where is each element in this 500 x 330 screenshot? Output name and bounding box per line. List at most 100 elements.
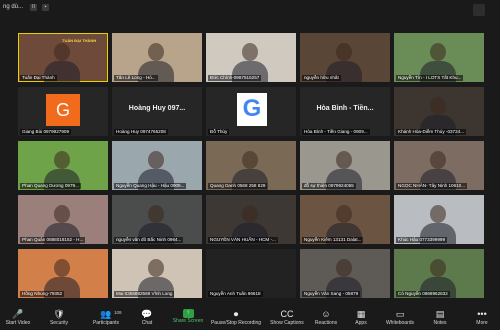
apps-icon: ▦ [356,309,366,319]
participant-name-label: Nguyễn Kiếm 13131 Dalat... [302,237,364,243]
view-toggle-icon[interactable] [473,4,485,16]
participant-video [54,259,70,277]
participant-name-label: Nguyễn Tín - I LOTS Tất Khu... [396,75,464,81]
tile-banner-text: TUẤN ĐẠI THÀNH [62,38,97,43]
participant-tile[interactable]: Hồng Nhung-79352 [18,249,108,298]
participant-tile[interactable]: Khúc Hậu 0773399999 [394,195,484,244]
participant-tile[interactable]: nguyễn hữu nhất [300,33,390,82]
participant-name-label: Nguyễn Quang Hậu - Hậu 0909... [114,183,187,189]
pause-control[interactable]: II [30,4,37,11]
participant-count-badge: 109 [114,310,122,315]
participant-name-label: Mai 0355882569 Vĩnh Long [114,291,175,297]
participant-name-label: Tuấn Đại Thành [20,75,57,81]
avatar: G [46,94,80,126]
participant-name-label: NGUYỄN VĂN HUẤN - HCM -... [208,237,278,243]
participant-video [336,259,352,277]
participant-tile[interactable]: Nguyễn Quang Hậu - Hậu 0909... [112,141,202,190]
participant-name-label: Phan Quân 0888018152 - H... [20,237,86,243]
chat-button[interactable]: 💬 Chat [134,308,160,328]
participant-name-label: Quang Danh 0568 258 829 [208,183,268,189]
reactions-button[interactable]: ☺ Reactions [310,308,342,328]
notes-icon: ▤ [435,309,445,319]
participant-video [148,43,164,61]
participant-name-label: Phan Quang Dương 0979... [20,183,81,189]
participant-name-label: Hòa Bình - Tiền Giang - 0909... [302,129,370,135]
meeting-toolbar: 🎤 Start Video 🛡 Security 👥 109 Participants 💬 Ch… [0,306,500,330]
participants-button[interactable]: 👥 109 Participants [86,308,126,328]
participant-video [430,259,446,277]
participant-name-label: nguyễn văn đô Bắc Ninh 0964... [114,237,184,243]
participant-tile[interactable]: G Đỗ Thủy [206,87,296,136]
participant-tile[interactable]: Nguyễn Văn Sang - 05879 [300,249,390,298]
participant-name-label: Hoàng Huy 0974765208 [114,129,168,135]
toolbar-button-label: Start Video [5,320,31,326]
stop-control[interactable]: ▪ [42,4,49,11]
participant-video [54,205,70,223]
participant-name-label: Tấn Lê Long - Hò... [114,75,158,81]
share-screen-icon: ↑ [182,309,194,318]
participant-name-label: Cỏ Nguyễn 0868962832 [396,291,450,297]
google-logo: G [237,93,267,126]
participant-tile[interactable]: nguyễn văn đô Bắc Ninh 0964... [112,195,202,244]
participant-name-label: Giang Bùi 0979927909 [20,129,71,135]
toolbar-button-label: Apps [355,320,367,326]
top-bar: ng dù... II ▪ [0,0,500,20]
more-icon: ••• [477,309,487,319]
apps-button[interactable]: ▦ Apps [350,308,372,328]
participant-tile[interactable]: Cỏ Nguyễn 0868962832 [394,249,484,298]
participant-name-label: NGỌC NHÂN- Tây Ninh 10610... [396,183,468,189]
share-screen-button[interactable]: ↑ Share Screen [170,308,206,328]
participant-video [54,151,70,169]
participant-video [242,151,258,169]
participant-name-label: Đỗ Thủy [208,129,230,135]
participant-video [430,97,446,115]
participant-tile[interactable]: Phan Quang Dương 0979... [18,141,108,190]
participant-display-name: Hoàng Huy 097... [128,105,186,112]
participant-video [242,205,258,223]
record-icon: ⏺ [233,309,239,319]
participant-tile[interactable]: Nguyễn Kiếm 13131 Dalat... [300,195,390,244]
participant-tile[interactable]: Phan Quân 0888018152 - H... [18,195,108,244]
participant-name-label: Khánh Hòa-Diễm Thúy -03724... [396,129,467,135]
shield-icon: 🛡 [53,309,65,319]
participant-tile[interactable]: Khánh Hòa-Diễm Thúy -03724... [394,87,484,136]
participant-tile[interactable]: Đức Chính-0967515257 [206,33,296,82]
window-status-text: ng dù... [3,4,24,10]
participant-video [430,43,446,61]
toolbar-button-label: Pause/Stop Recording [210,320,262,326]
participant-video [148,151,164,169]
participant-video [430,151,446,169]
participant-tile[interactable]: Hòa Bình - Tiền... Hòa Bình - Tiền Giang … [300,87,390,136]
participant-video [336,205,352,223]
participant-video [430,205,446,223]
participant-video [336,43,352,61]
participant-tile[interactable]: NGUYỄN VĂN HUẤN - HCM -... [206,195,296,244]
captions-button[interactable]: CC Show Captions [268,308,306,328]
captions-icon: CC [280,309,294,319]
participant-video [242,43,258,61]
participant-tile[interactable]: Nguyễn Tín - I LOTS Tất Khu... [394,33,484,82]
participant-name-label: Khúc Hậu 0773399999 [396,237,447,243]
participant-tile[interactable]: NGỌC NHÂN- Tây Ninh 10610... [394,141,484,190]
participant-tile[interactable]: Quang Danh 0568 258 829 [206,141,296,190]
participant-tile[interactable]: Mai 0355882569 Vĩnh Long [112,249,202,298]
google-letter: G [242,95,262,122]
security-button[interactable]: 🛡 Security [44,308,74,328]
toolbar-button-label: Participants [92,320,120,326]
participant-tile[interactable]: Nguyễn Anh Tuấn 96618 [206,249,296,298]
participant-name-label: Đức Chính-0967515257 [208,75,262,81]
notes-button[interactable]: ▤ Notes [428,308,452,328]
participant-video [148,205,164,223]
whiteboards-button[interactable]: ▭ Whiteboards [380,308,420,328]
participant-tile[interactable]: đỗ sự thiện 0979924055 [300,141,390,190]
participant-video [54,43,70,61]
more-button[interactable]: ••• More [470,308,494,328]
participant-tile[interactable]: G Giang Bùi 0979927909 [18,87,108,136]
participant-tile[interactable]: Hoàng Huy 097... Hoàng Huy 0974765208 [112,87,202,136]
participant-tile[interactable]: Tấn Lê Long - Hò... [112,33,202,82]
toolbar-button-label: Share Screen [172,318,204,324]
microphone-icon: 🎤 [12,309,24,319]
participant-tile[interactable]: TUẤN ĐẠI THÀNH Tuấn Đại Thành [18,33,108,82]
recording-button[interactable]: ⏺ Pause/Stop Recording [208,308,264,328]
start-video-button[interactable]: 🎤 Start Video [2,308,34,328]
